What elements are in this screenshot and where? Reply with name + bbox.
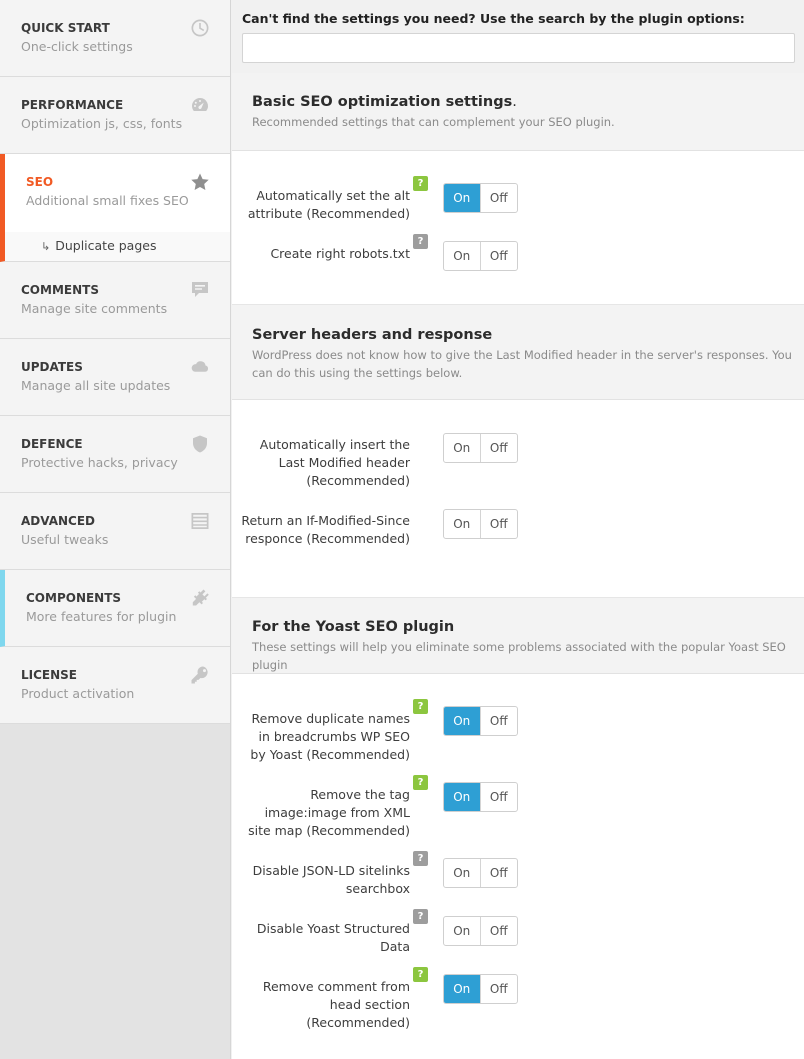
list-icon [190, 511, 210, 531]
toggle-off[interactable]: Off [481, 859, 518, 887]
toggle-on[interactable]: On [444, 975, 481, 1003]
toggle-off[interactable]: Off [481, 434, 518, 462]
section-desc: WordPress does not know how to give the … [252, 348, 792, 380]
option-label: Remove the tag image:image from XML site… [248, 787, 410, 838]
sidebar-item-desc: Product activation [21, 686, 135, 701]
search-input[interactable] [242, 33, 795, 63]
sidebar-item-seo[interactable]: SEO Additional small fixes SEO [0, 154, 230, 232]
section-header-yoast-seo: For the Yoast SEO plugin These settings … [232, 597, 804, 674]
toggle-off[interactable]: Off [481, 917, 518, 945]
toggle-on[interactable]: On [444, 917, 481, 945]
sidebar-item-license[interactable]: LICENSE Product activation [0, 647, 230, 724]
toggle-switch[interactable]: On Off [443, 916, 518, 946]
toggle-switch[interactable]: On Off [443, 858, 518, 888]
option-label: Automatically set the alt attribute (Rec… [247, 188, 410, 221]
sidebar-item-advanced[interactable]: ADVANCED Useful tweaks [0, 493, 230, 570]
sidebar: QUICK START One-click settings PERFORMAN… [0, 0, 231, 1059]
shield-icon [190, 434, 210, 454]
toggle-switch[interactable]: On Off [443, 241, 518, 271]
help-icon[interactable]: ? [413, 851, 428, 866]
toggle-switch[interactable]: On Off [443, 782, 518, 812]
toggle-off[interactable]: Off [481, 242, 518, 270]
sidebar-item-components[interactable]: COMPONENTS More features for plugin [0, 570, 230, 647]
section-header-server-headers: Server headers and response WordPress do… [232, 304, 804, 400]
cloud-icon [190, 357, 210, 377]
toggle-switch[interactable]: On Off [443, 974, 518, 1004]
sidebar-item-desc: Useful tweaks [21, 532, 109, 547]
section-desc: These settings will help you eliminate s… [252, 640, 786, 672]
toggle-on[interactable]: On [444, 859, 481, 887]
comment-icon [190, 280, 210, 300]
search-label: Can't find the settings you need? Use th… [242, 11, 745, 26]
toggle-on[interactable]: On [444, 434, 481, 462]
star-icon [190, 172, 210, 192]
sidebar-item-defence[interactable]: DEFENCE Protective hacks, privacy [0, 416, 230, 493]
toggle-switch[interactable]: On Off [443, 183, 518, 213]
sidebar-item-updates[interactable]: UPDATES Manage all site updates [0, 339, 230, 416]
toggle-switch[interactable]: On Off [443, 509, 518, 539]
sidebar-item-desc: Additional small fixes SEO [26, 193, 189, 208]
subitem-arrow-icon: ↳ [41, 240, 51, 253]
section-title: Basic SEO optimization settings. [252, 94, 517, 110]
section-header-basic-seo: Basic SEO optimization settings. Recomme… [232, 73, 804, 151]
sidebar-item-desc: Manage site comments [21, 301, 168, 316]
option-label: Create right robots.txt [270, 246, 410, 261]
option-label: Disable JSON-LD sitelinks searchbox [252, 863, 410, 896]
key-icon [190, 665, 210, 685]
toggle-on[interactable]: On [444, 510, 481, 538]
sidebar-item-desc: Protective hacks, privacy [21, 455, 178, 470]
toggle-off[interactable]: Off [481, 510, 518, 538]
help-icon[interactable]: ? [413, 967, 428, 982]
toggle-off[interactable]: Off [481, 975, 518, 1003]
sidebar-item-desc: Optimization js, css, fonts [21, 116, 183, 131]
option-label: Remove comment from head section (Recomm… [262, 979, 410, 1030]
toggle-on[interactable]: On [444, 184, 481, 212]
toggle-switch[interactable]: On Off [443, 706, 518, 736]
sidebar-item-desc: One-click settings [21, 39, 133, 54]
sidebar-item-desc: More features for plugin [26, 609, 177, 624]
option-label: Return an If-Modified-Since responce (Re… [241, 513, 410, 546]
option-label: Disable Yoast Structured Data [256, 921, 410, 954]
help-icon[interactable]: ? [413, 176, 428, 191]
help-icon[interactable]: ? [413, 775, 428, 790]
section-desc: Recommended settings that can complement… [252, 115, 615, 129]
sidebar-item-quick-start[interactable]: QUICK START One-click settings [0, 0, 230, 77]
sidebar-item-desc: Manage all site updates [21, 378, 171, 393]
plug-icon [190, 588, 210, 608]
sidebar-item-comments[interactable]: COMMENTS Manage site comments [0, 262, 230, 339]
toggle-on[interactable]: On [444, 783, 481, 811]
clock-icon [190, 18, 210, 38]
sidebar-item-performance[interactable]: PERFORMANCE Optimization js, css, fonts [0, 77, 230, 154]
toggle-on[interactable]: On [444, 707, 481, 735]
sidebar-subitem-duplicate-pages[interactable]: ↳ Duplicate pages [0, 232, 230, 262]
toggle-switch[interactable]: On Off [443, 433, 518, 463]
search-block: Can't find the settings you need? Use th… [232, 0, 804, 73]
section-title: Server headers and response [252, 327, 493, 343]
help-icon[interactable]: ? [413, 909, 428, 924]
speedometer-icon [190, 95, 210, 115]
help-icon[interactable]: ? [413, 234, 428, 249]
toggle-on[interactable]: On [444, 242, 481, 270]
toggle-off[interactable]: Off [481, 707, 518, 735]
option-label: Automatically insert the Last Modified h… [259, 437, 410, 488]
help-icon[interactable]: ? [413, 699, 428, 714]
option-label: Remove duplicate names in breadcrumbs WP… [250, 711, 410, 762]
section-title: For the Yoast SEO plugin [252, 619, 455, 635]
subitem-label: Duplicate pages [55, 238, 157, 253]
toggle-off[interactable]: Off [481, 184, 518, 212]
toggle-off[interactable]: Off [481, 783, 518, 811]
settings-panel: Can't find the settings you need? Use th… [232, 0, 804, 1059]
